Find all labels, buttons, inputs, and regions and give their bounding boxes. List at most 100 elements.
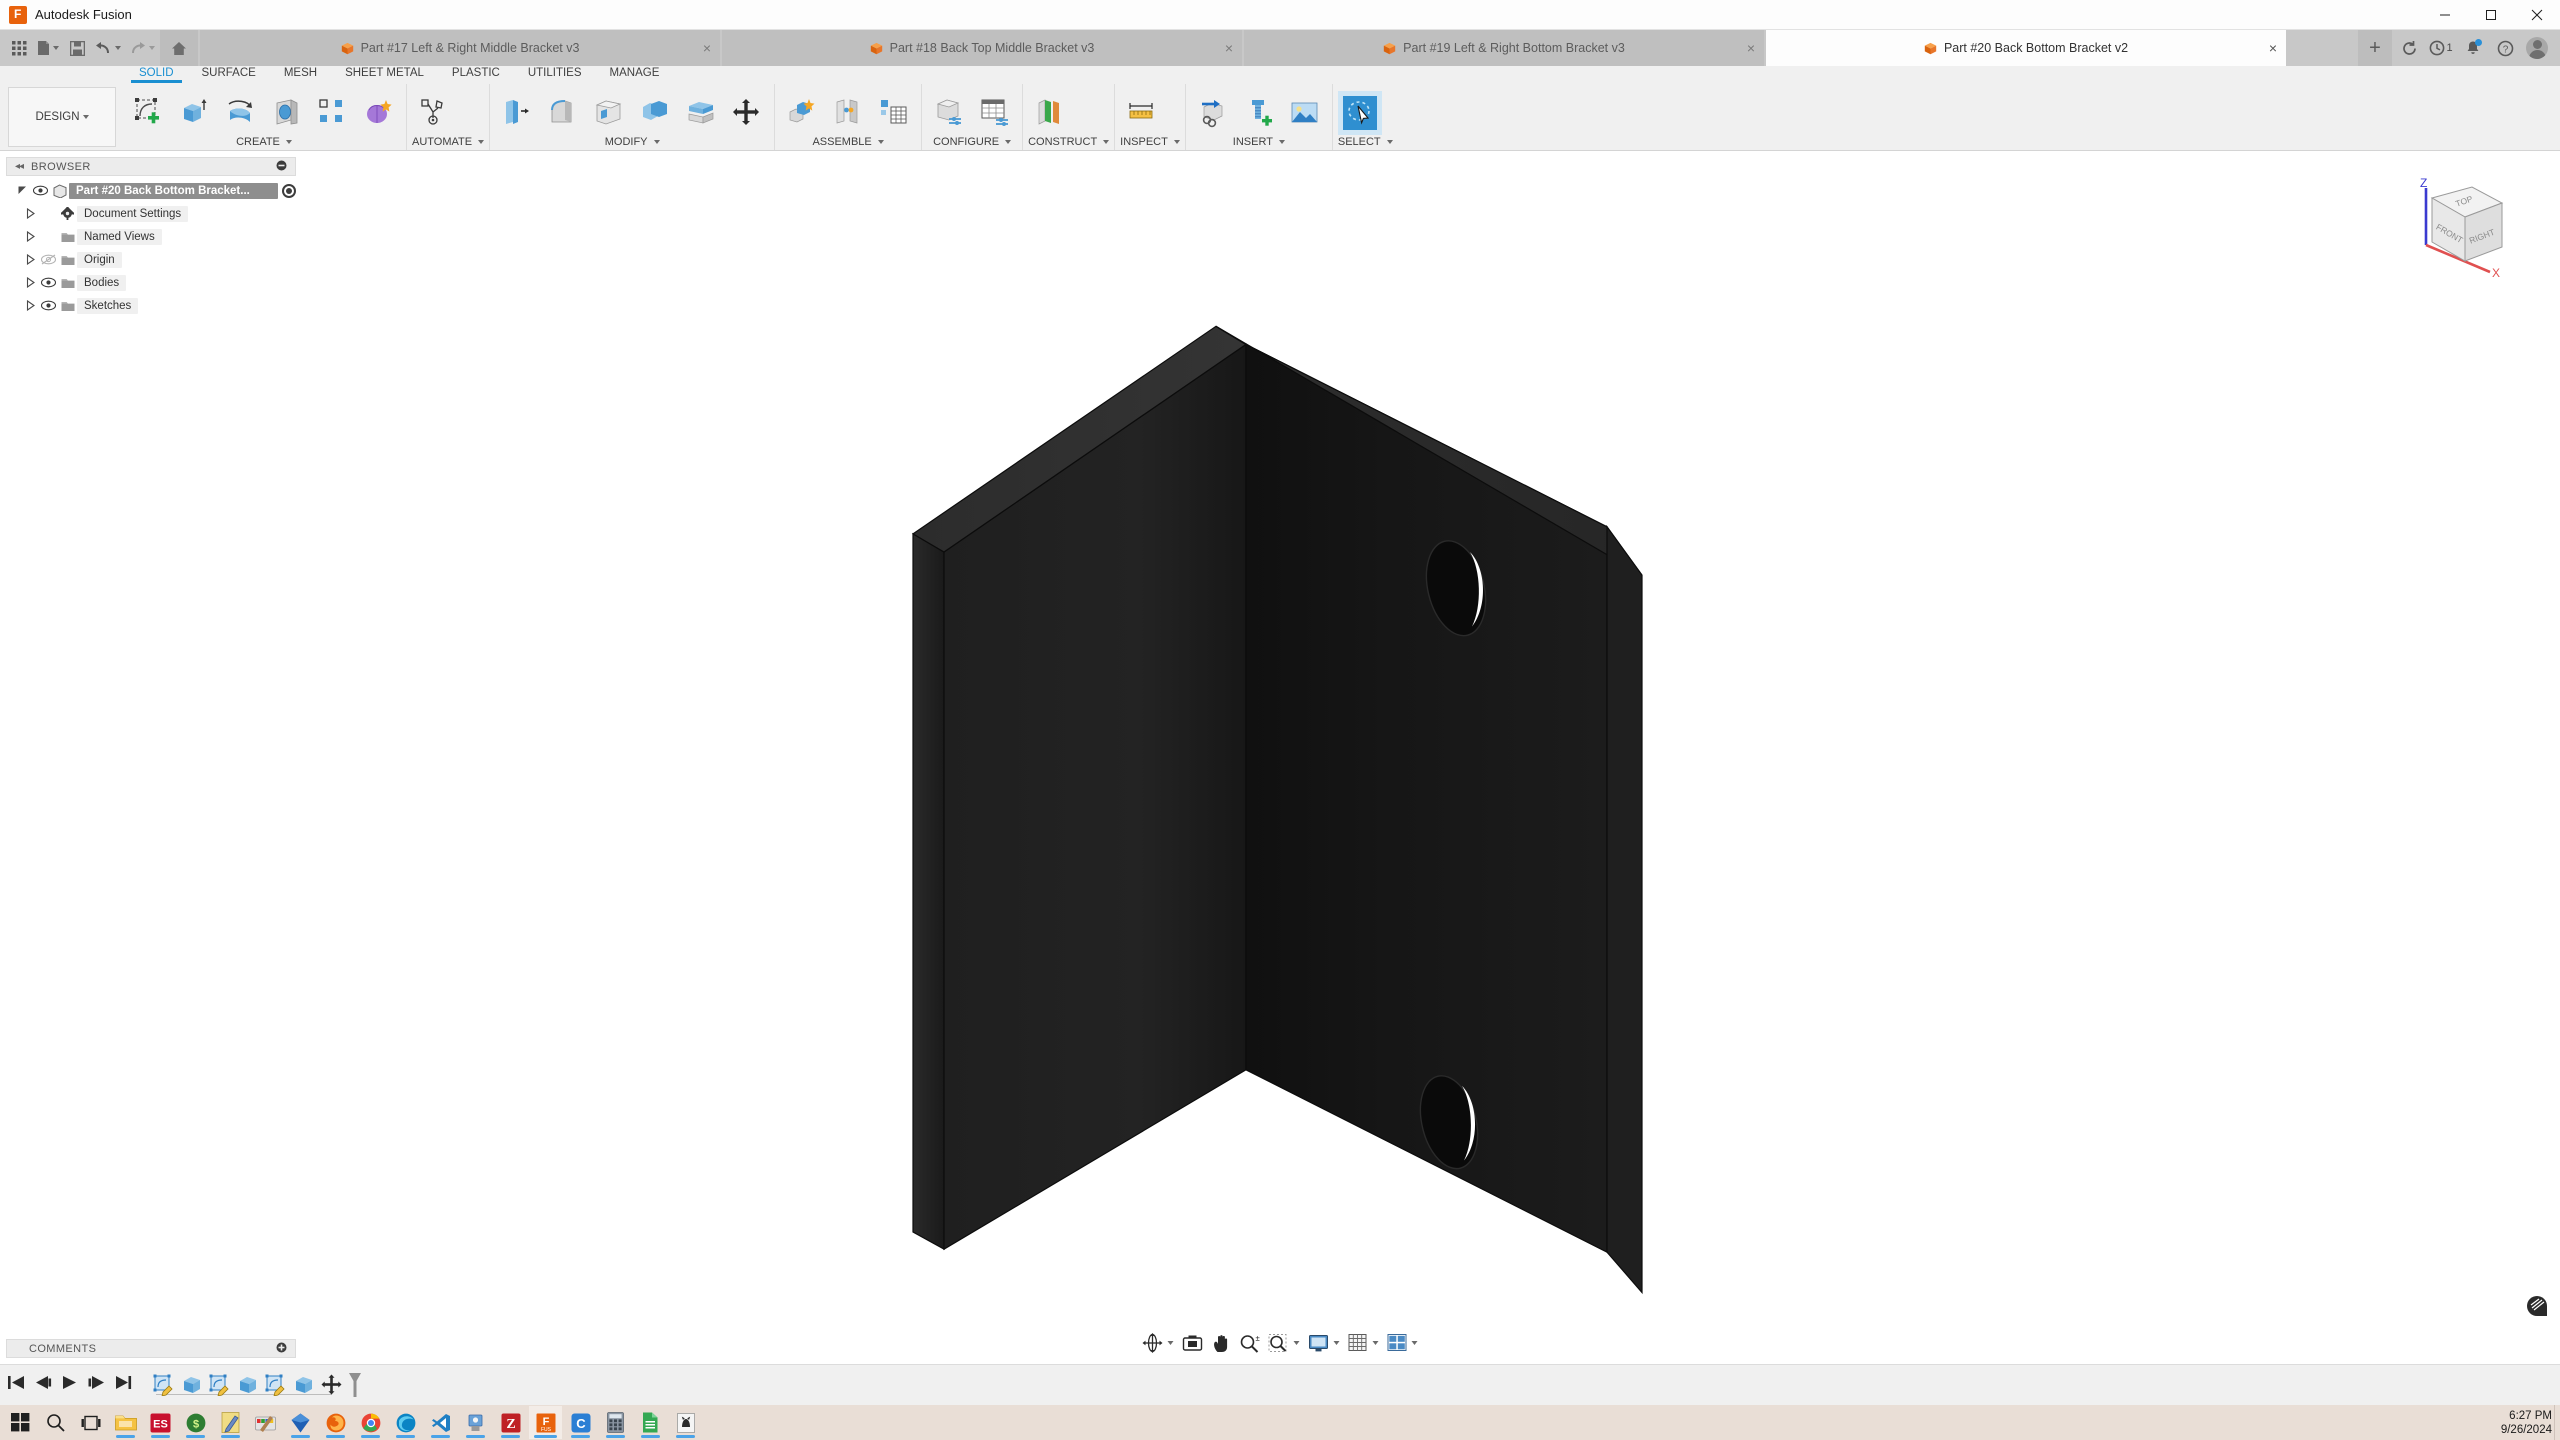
cura-icon[interactable]: C: [564, 1406, 597, 1439]
ribbon-panel-label-insert[interactable]: INSERT: [1191, 135, 1327, 149]
expand-arrow-icon[interactable]: [22, 300, 38, 311]
browser-item-named-views[interactable]: Named Views: [6, 225, 296, 248]
document-tab-2[interactable]: Part #18 Back Top Middle Bracket v3 ×: [722, 30, 1242, 66]
refresh-icon[interactable]: [2394, 33, 2424, 63]
ribbon-tab-utilities[interactable]: UTILITIES: [514, 66, 596, 79]
calculator-icon[interactable]: [599, 1406, 632, 1439]
vscode-icon[interactable]: [424, 1406, 457, 1439]
undo-icon[interactable]: [92, 33, 124, 63]
firefox-icon[interactable]: [319, 1406, 352, 1439]
pan-icon[interactable]: [1209, 1334, 1234, 1353]
ribbon-panel-label-modify[interactable]: MODIFY: [495, 135, 769, 149]
look-at-icon[interactable]: [1180, 1334, 1206, 1352]
expand-arrow-icon[interactable]: [14, 185, 30, 196]
activate-component-icon[interactable]: [282, 183, 296, 198]
sweep-icon[interactable]: [265, 91, 309, 135]
job-status-icon[interactable]: 1: [2426, 33, 2456, 63]
visibility-eye-icon[interactable]: [38, 277, 58, 288]
close-button[interactable]: [2514, 0, 2560, 30]
timeline-feature-extrude[interactable]: [178, 1371, 206, 1399]
close-icon[interactable]: ×: [1225, 41, 1233, 55]
start-button[interactable]: [4, 1406, 37, 1439]
move-copy-icon[interactable]: [725, 91, 769, 135]
ribbon-panel-label-automate[interactable]: AUTOMATE: [412, 135, 485, 149]
browser-item-document-settings[interactable]: Document Settings: [6, 202, 296, 225]
display-settings-icon[interactable]: [1306, 1334, 1343, 1352]
visibility-eye-icon[interactable]: [30, 185, 50, 196]
expand-arrow-icon[interactable]: [22, 277, 38, 288]
ribbon-tab-manage[interactable]: MANAGE: [596, 66, 674, 79]
blue-diamond-icon[interactable]: [284, 1406, 317, 1439]
create-sketch-icon[interactable]: [127, 91, 171, 135]
show-desktop-button[interactable]: [2554, 1405, 2560, 1440]
new-tab-button[interactable]: +: [2358, 30, 2392, 66]
bill-of-materials-icon[interactable]: [872, 91, 916, 135]
redo-icon[interactable]: [126, 33, 158, 63]
ribbon-tab-plastic[interactable]: PLASTIC: [438, 66, 514, 79]
zoom-icon[interactable]: ±: [1237, 1334, 1263, 1353]
fillet-icon[interactable]: [541, 91, 585, 135]
browser-item-bodies[interactable]: Bodies: [6, 271, 296, 294]
insert-derive-icon[interactable]: [1191, 91, 1235, 135]
save-icon[interactable]: [64, 33, 90, 63]
timeline-step-back[interactable]: [35, 1375, 52, 1395]
document-tab-4-active[interactable]: Part #20 Back Bottom Bracket v2 ×: [1766, 30, 2286, 66]
extrude-icon[interactable]: [173, 91, 217, 135]
shell-icon[interactable]: [587, 91, 631, 135]
revolve-icon[interactable]: [219, 91, 263, 135]
view-cube[interactable]: Z X TOP FRONT RIGHT: [2402, 173, 2522, 283]
ribbon-panel-label-inspect[interactable]: INSPECT: [1120, 135, 1180, 149]
expand-arrow-icon[interactable]: [22, 254, 38, 265]
visibility-eye-icon[interactable]: [38, 300, 58, 311]
new-file-icon[interactable]: [34, 33, 62, 63]
maximize-button[interactable]: [2468, 0, 2514, 30]
close-icon[interactable]: ×: [703, 41, 711, 55]
timeline-feature-sketch[interactable]: [262, 1371, 290, 1399]
timeline-go-to-beginning[interactable]: [8, 1375, 25, 1395]
edge-icon[interactable]: [389, 1406, 422, 1439]
file-explorer-icon[interactable]: [109, 1406, 142, 1439]
timeline-feature-sketch[interactable]: [206, 1371, 234, 1399]
eagle-cad-icon[interactable]: ES: [144, 1406, 177, 1439]
visibility-eye-off-icon[interactable]: [38, 254, 58, 265]
sheets-icon[interactable]: [634, 1406, 667, 1439]
ribbon-panel-label-assemble[interactable]: ASSEMBLE: [780, 135, 916, 149]
timeline-feature-extrude[interactable]: [290, 1371, 318, 1399]
split-body-icon[interactable]: [679, 91, 723, 135]
browser-panel-header[interactable]: ◂◂ BROWSER: [6, 157, 296, 176]
ribbon-tab-sheet-metal[interactable]: SHEET METAL: [331, 66, 438, 79]
timeline-step-forward[interactable]: [88, 1375, 105, 1395]
configuration-table-icon[interactable]: [973, 91, 1017, 135]
cat-app-icon[interactable]: [669, 1406, 702, 1439]
help-icon[interactable]: ?: [2490, 33, 2520, 63]
expand-arrow-icon[interactable]: [22, 231, 38, 242]
paint-icon[interactable]: [249, 1406, 282, 1439]
insert-canvas-icon[interactable]: [1283, 91, 1327, 135]
close-icon[interactable]: ×: [1747, 41, 1755, 55]
automate-generative-icon[interactable]: [412, 91, 456, 135]
ribbon-panel-label-configure[interactable]: CONFIGURE: [927, 135, 1017, 149]
search-icon[interactable]: [39, 1406, 72, 1439]
ribbon-panel-label-construct[interactable]: CONSTRUCT: [1028, 135, 1110, 149]
orbit-icon[interactable]: [1140, 1333, 1177, 1353]
app-green-icon[interactable]: $: [179, 1406, 212, 1439]
viewports-icon[interactable]: [1385, 1334, 1421, 1352]
new-component-icon[interactable]: [780, 91, 824, 135]
fit-icon[interactable]: [1266, 1333, 1303, 1353]
panel-options-icon[interactable]: [276, 160, 287, 174]
timeline-play[interactable]: [62, 1375, 78, 1395]
pattern-icon[interactable]: [311, 91, 355, 135]
browser-root-node[interactable]: Part #20 Back Bottom Bracket...: [6, 179, 296, 202]
select-icon[interactable]: [1337, 91, 1382, 135]
viewport-workarea[interactable]: ◂◂ BROWSER Part #20 Back Bottom Bracket.…: [0, 151, 2560, 1364]
notepad-icon[interactable]: [214, 1406, 247, 1439]
taskbar-clock[interactable]: 6:27 PM 9/26/2024: [2501, 1409, 2552, 1437]
document-tab-1[interactable]: Part #17 Left & Right Middle Bracket v3 …: [200, 30, 720, 66]
combine-icon[interactable]: [633, 91, 677, 135]
timeline-feature-extrude[interactable]: [234, 1371, 262, 1399]
expand-arrow-icon[interactable]: [22, 208, 38, 219]
timeline-end-marker[interactable]: [348, 1372, 362, 1398]
close-icon[interactable]: ×: [2269, 41, 2277, 55]
model-canvas[interactable]: [0, 151, 2560, 1364]
ribbon-tab-surface[interactable]: SURFACE: [188, 66, 270, 79]
